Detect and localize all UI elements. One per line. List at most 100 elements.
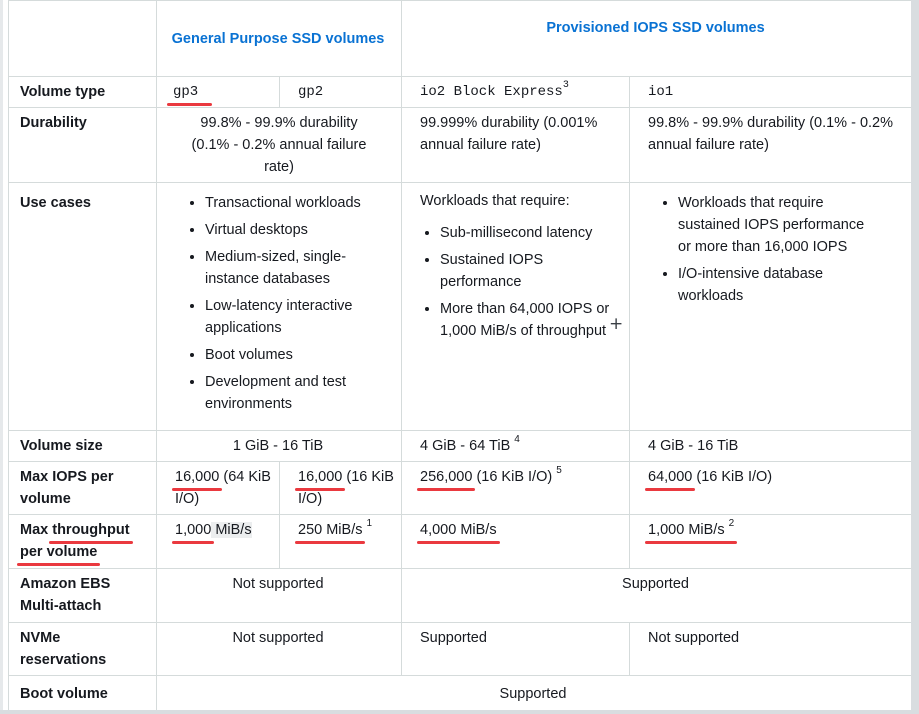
cell-io2-max-iops: 256,000 (16 KiB I/O) 5: [401, 461, 630, 515]
cell-gp-durability: 99.8% - 99.9% durability (0.1% - 0.2% an…: [156, 107, 402, 183]
row-volume-size: Volume size 1 GiB - 16 TiB 4 GiB - 64 Ti…: [8, 430, 912, 462]
header-general-purpose: General Purpose SSD volumes: [156, 0, 402, 77]
row-label-use-cases: Use cases: [8, 182, 157, 431]
gp2-iops-underline-annotation: 16,000: [294, 466, 346, 491]
gp-use-case-item: Low-latency interactive applications: [205, 295, 361, 339]
cell-io2-use-cases: Workloads that require: Sub-millisecond …: [401, 182, 630, 431]
io2-iops-underline-annotation: 256,000: [416, 466, 476, 491]
gp3-iops-value: 16,000: [175, 469, 220, 485]
io2-iops-rest: (16 KiB I/O): [472, 469, 553, 485]
cell-io1-use-cases: Workloads that require sustained IOPS pe…: [629, 182, 912, 431]
io2-type-footnote: 3: [562, 80, 569, 92]
io1-iops-value: 64,000: [648, 469, 693, 485]
row-label-nvme: NVMe reservations: [8, 622, 157, 676]
io2-use-case-item: Sustained IOPS performance: [440, 249, 615, 293]
io1-use-case-item: I/O-intensive database workloads: [678, 263, 881, 307]
row-boot-volume: Boot volume Supported: [8, 675, 912, 712]
io2-throughput-underline-annotation: 4,000 MiB/s: [417, 519, 500, 544]
cell-gp2-max-iops: 16,000 (16 KiB I/O): [279, 461, 402, 515]
gp3-iops-underline-annotation: 16,000: [171, 466, 223, 491]
row-multi-attach: Amazon EBS Multi-attach Not supported Su…: [8, 568, 912, 623]
cell-io1-max-iops: 64,000 (16 KiB I/O): [629, 461, 912, 515]
gp-use-case-item: Virtual desktops: [205, 219, 361, 241]
right-edge-shadow: [911, 0, 919, 714]
gp-use-case-item: Boot volumes: [205, 344, 361, 366]
max-throughput-label-part: Max: [20, 522, 53, 538]
throughput-underline-annotation: throughput: [49, 519, 133, 544]
gp3-throughput-underline-annotation: 1,000: [171, 519, 215, 544]
cell-io1-max-throughput: 1,000 MiB/s 2: [629, 514, 912, 569]
cell-io2-type: io2 Block Express3: [401, 76, 630, 108]
io2-use-case-list: Sub-millisecond latency Sustained IOPS p…: [420, 222, 615, 342]
row-nvme-reservations: NVMe reservations Not supported Supporte…: [8, 622, 912, 676]
cell-gp3-type: gp3: [156, 76, 280, 108]
io1-throughput-underline-annotation: 1,000 MiB/s 2: [644, 518, 738, 544]
comparison-screenshot: General Purpose SSD volumes Provisioned …: [0, 0, 919, 714]
row-label-volume-size: Volume size: [8, 430, 157, 462]
row-volume-type: Volume type gp3 gp2 io2 Block Express3 i…: [8, 76, 912, 108]
cell-piops-multi-attach: Supported: [401, 568, 912, 623]
left-edge-shadow: [0, 0, 3, 714]
io2-use-case-item: Sub-millisecond latency: [440, 222, 615, 244]
cell-io1-volume-size: 4 GiB - 16 TiB: [629, 430, 912, 462]
cell-gp-multi-attach: Not supported: [156, 568, 402, 623]
row-label-durability: Durability: [8, 107, 157, 183]
io2-volume-size-text: 4 GiB - 64 TiB: [420, 438, 511, 454]
row-durability: Durability 99.8% - 99.9% durability (0.1…: [8, 107, 912, 183]
header-empty-cell: [8, 0, 157, 77]
cell-all-boot-volume: Supported: [156, 675, 912, 712]
io2-throughput-value: 4,000 MiB/s: [420, 522, 497, 538]
cell-gp-nvme: Not supported: [156, 622, 402, 676]
row-max-iops: Max IOPS per volume 16,000 (64 KiB I/O) …: [8, 461, 912, 515]
gp2-throughput-underline-annotation: 250 MiB/s: [294, 519, 366, 544]
io1-iops-rest: (16 KiB I/O): [692, 469, 773, 485]
row-label-max-throughput: Max throughput per volume: [8, 514, 157, 569]
cell-io1-durability: 99.8% - 99.9% durability (0.1% - 0.2% an…: [629, 107, 912, 183]
io2-iops-value: 256,000: [420, 469, 473, 485]
io2-use-case-intro: Workloads that require:: [420, 193, 570, 209]
cell-gp3-max-throughput: 1,000 MiB/s: [156, 514, 280, 569]
row-label-volume-type: Volume type: [8, 76, 157, 108]
gp3-throughput-rest: MiB/s: [211, 522, 252, 538]
gp3-type-text: gp3: [173, 84, 199, 100]
cell-io2-durability: 99.999% durability (0.001% annual failur…: [401, 107, 630, 183]
bottom-edge-shadow: [0, 710, 919, 714]
cell-gp2-type: gp2: [279, 76, 402, 108]
cell-io2-max-throughput: 4,000 MiB/s: [401, 514, 630, 569]
header-provisioned-iops: Provisioned IOPS SSD volumes: [401, 0, 912, 77]
crosshair-cursor-icon: +: [609, 314, 624, 334]
cell-io2-nvme: Supported: [401, 622, 630, 676]
cell-io2-volume-size: 4 GiB - 64 TiB 4: [401, 430, 630, 462]
row-label-multi-attach: Amazon EBS Multi-attach: [8, 568, 157, 623]
io2-use-case-item: More than 64,000 IOPS or 1,000 MiB/s of …: [440, 298, 615, 342]
gp3-underline-annotation: gp3: [166, 81, 213, 106]
gp2-throughput-footnote: 1: [366, 518, 373, 530]
io1-throughput-footnote: 2: [728, 518, 735, 530]
cell-gp-use-cases: Transactional workloads Virtual desktops…: [156, 182, 402, 431]
row-max-throughput: Max throughput per volume 1,000 MiB/s 250…: [8, 514, 912, 569]
cell-gp3-max-iops: 16,000 (64 KiB I/O): [156, 461, 280, 515]
io2-iops-footnote: 5: [556, 465, 562, 477]
gp-use-case-item: Transactional workloads: [205, 192, 361, 214]
per-volume-underline-annotation: per volume: [16, 541, 101, 566]
row-use-cases: Use cases Transactional workloads Virtua…: [8, 182, 912, 431]
cell-gp2-max-throughput: 250 MiB/s 1: [279, 514, 402, 569]
row-label-boot-volume: Boot volume: [8, 675, 157, 712]
gp-use-case-list: Transactional workloads Virtual desktops…: [185, 192, 361, 415]
row-label-max-iops: Max IOPS per volume: [8, 461, 157, 515]
gp-use-case-item: Development and test environments: [205, 371, 361, 415]
io2-type-text: io2 Block Express: [420, 84, 563, 100]
io2-volume-size-footnote: 4: [514, 434, 520, 446]
max-throughput-label-tail: per volume: [20, 544, 98, 560]
gp3-throughput-value: 1,000: [175, 522, 212, 538]
cell-io1-type: io1: [629, 76, 912, 108]
cell-gp-volume-size: 1 GiB - 16 TiB: [156, 430, 402, 462]
max-throughput-label-word: throughput: [52, 522, 130, 538]
gp-use-case-item: Medium-sized, single-instance databases: [205, 246, 361, 290]
io1-use-case-list: Workloads that require sustained IOPS pe…: [658, 192, 881, 307]
io1-use-case-item: Workloads that require sustained IOPS pe…: [678, 192, 881, 258]
io1-throughput-value: 1,000 MiB/s: [648, 522, 725, 538]
header-row: General Purpose SSD volumes Provisioned …: [8, 0, 912, 77]
ebs-volume-comparison-table: General Purpose SSD volumes Provisioned …: [8, 0, 912, 712]
cell-io1-nvme: Not supported: [629, 622, 912, 676]
